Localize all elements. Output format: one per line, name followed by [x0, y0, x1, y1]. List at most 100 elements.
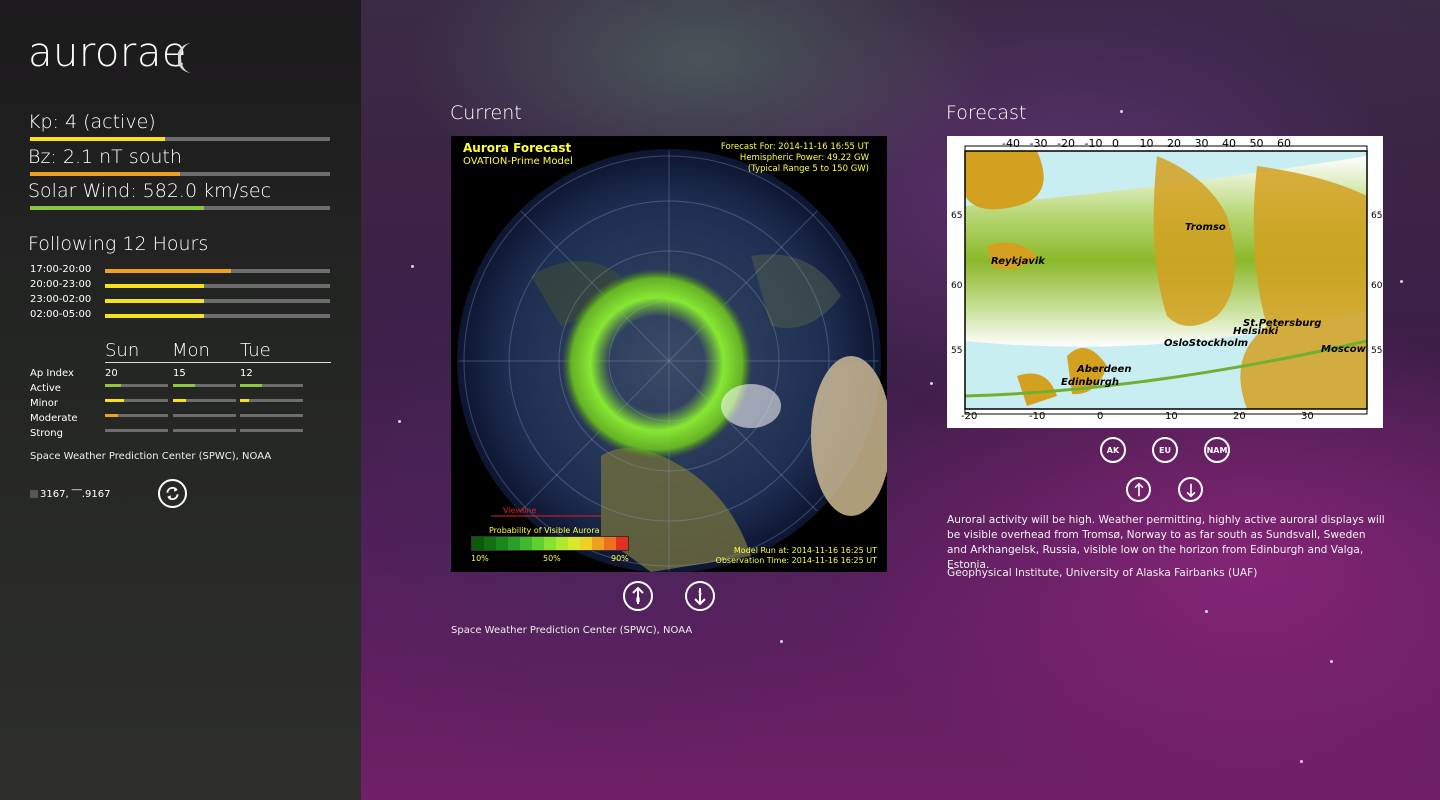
arrow-down-south-icon: S [694, 588, 706, 606]
hemi-power: Hemispheric Power: 49.22 GW [739, 153, 869, 163]
bar-fill [173, 399, 186, 402]
bar-fill [105, 314, 204, 318]
longitude-tick: 30 [1301, 411, 1314, 422]
left-source-text: Space Weather Prediction Center (SPWC), … [30, 451, 272, 462]
bar-fill [30, 172, 180, 176]
latitude-tick: 60 [951, 281, 963, 291]
scale-high: 90% [611, 554, 629, 563]
outlook-level-bar [105, 429, 168, 432]
level-label: Moderate [30, 413, 78, 424]
level-label: Active [30, 383, 61, 394]
bar-fill [105, 269, 231, 273]
longitude-tick: -10 [1084, 137, 1103, 150]
city-label: OsloStockholm [1164, 338, 1249, 349]
bar-fill [105, 284, 204, 288]
forecast-south-button[interactable] [1178, 477, 1203, 502]
longitude-tick: -30 [1029, 137, 1048, 150]
longitude-tick: -20 [961, 411, 978, 422]
outlook-level-bar [173, 399, 236, 402]
longitude-tick: 10 [1139, 137, 1154, 150]
image-heading: Aurora Forecast [463, 141, 572, 155]
outlook-level-bar [173, 414, 236, 417]
latitude-tick: 55 [1371, 346, 1383, 356]
longitude-tick: -10 [1029, 411, 1046, 422]
day-header: Tue [240, 340, 271, 361]
bar-fill [105, 414, 118, 417]
south-view-button[interactable]: S [685, 581, 715, 611]
outlook-level-bar [240, 399, 303, 402]
forecast-source-text: Geophysical Institute, University of Ala… [947, 567, 1258, 579]
ap-value: 20 [105, 368, 118, 379]
outlook-level-bar [105, 399, 168, 402]
location-coords: 3167, ‾‾.9167 [30, 489, 110, 500]
outlook-level-bar [240, 429, 303, 432]
level-label: Strong [30, 428, 63, 439]
city-label: Tromso [1185, 222, 1226, 233]
image-model: OVATION-Prime Model [463, 156, 573, 167]
ap-value: 12 [240, 368, 253, 379]
star [930, 382, 933, 385]
longitude-tick: 0 [1112, 137, 1119, 150]
star [780, 640, 783, 643]
typical-range: (Typical Range 5 to 150 GW) [747, 164, 869, 174]
bar-fill [240, 384, 263, 387]
city-label: Helsinki [1233, 326, 1279, 337]
forecast-map-image: -40 -30 -20 -10 0 10 20 30 40 50 60 -20 -10 0 10 20 30 65… [947, 136, 1383, 428]
region-eu-button[interactable]: EU [1152, 437, 1178, 463]
hour-label: 17:00-20:00 [30, 264, 92, 275]
star [1205, 610, 1208, 613]
level-label: Minor [30, 398, 58, 409]
ap-index-label: Ap Index [30, 368, 74, 379]
forecast-north-button[interactable] [1126, 477, 1151, 502]
arrow-up-north-icon: N [632, 586, 644, 604]
latitude-tick: 65 [951, 211, 963, 221]
north-view-button[interactable]: N [623, 581, 653, 611]
hour-bar [105, 269, 330, 273]
city-label: Moscow [1321, 344, 1366, 355]
moon-icon [178, 43, 192, 73]
refresh-button[interactable] [158, 479, 187, 508]
star [1300, 760, 1303, 763]
region-nam-button[interactable]: NAM [1204, 437, 1230, 463]
scale-mid: 50% [543, 554, 561, 563]
viewline-label: Viewline [503, 506, 537, 515]
hour-bar [105, 314, 330, 318]
day-header: Mon [172, 340, 210, 361]
longitude-tick: 30 [1194, 137, 1209, 150]
hour-bar [105, 299, 330, 303]
star [398, 420, 401, 423]
longitude-tick: -40 [1002, 137, 1020, 150]
following-hours-title: Following 12 Hours [28, 233, 209, 255]
bz-label: Bz: 2.1 nT south [28, 146, 182, 168]
star [411, 265, 414, 268]
forecast-for: Forecast For: 2014-11-16 16:55 UT [720, 142, 869, 152]
model-run: Model Run at: 2014-11-16 16:25 UT [733, 546, 877, 555]
bar-fill [240, 399, 250, 402]
longitude-tick: 40 [1222, 137, 1236, 150]
region-ak-button[interactable]: AK [1100, 437, 1126, 463]
outlook-level-bar [105, 414, 168, 417]
refresh-icon [166, 486, 179, 501]
hour-label: 02:00-05:00 [30, 309, 92, 320]
scale-low: 10% [471, 554, 489, 563]
star [1400, 280, 1403, 283]
arrow-up-north-icon [1134, 482, 1143, 496]
longitude-tick: 60 [1277, 137, 1291, 150]
bar-fill [30, 206, 204, 210]
hour-label: 20:00-23:00 [30, 279, 92, 290]
svg-text:S: S [698, 590, 702, 597]
longitude-tick: 20 [1167, 137, 1181, 150]
latitude-tick: 65 [1371, 211, 1383, 221]
latitude-tick: 55 [951, 346, 963, 356]
kp-bar [30, 137, 330, 141]
image-run-info: Model Run at: 2014-11-16 16:25 UT Observ… [716, 546, 877, 566]
star [1120, 110, 1123, 113]
solar-wind-label: Solar Wind: 582.0 km/sec [28, 180, 272, 202]
bar-fill [30, 137, 165, 141]
forecast-description: Auroral activity will be high. Weather p… [947, 514, 1385, 571]
bar-fill [105, 299, 204, 303]
current-aurora-image: Aurora Forecast OVATION-Prime Model Fore… [451, 136, 887, 572]
hour-label: 23:00-02:00 [30, 294, 92, 305]
outlook-level-bar [240, 414, 303, 417]
star [1330, 660, 1333, 663]
